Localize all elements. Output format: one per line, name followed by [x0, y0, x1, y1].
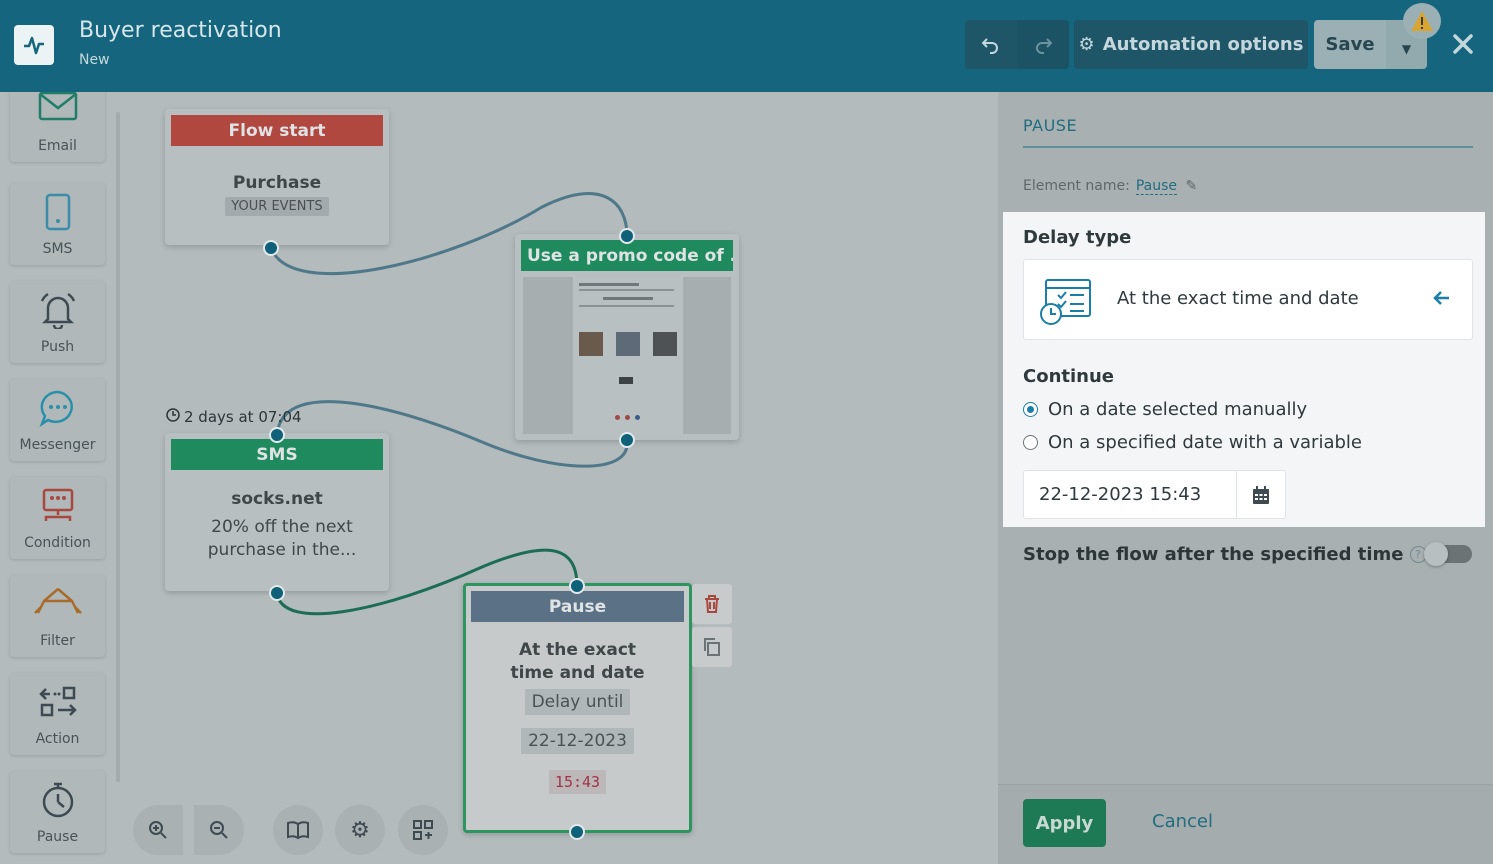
sms-sender: socks.net — [231, 489, 323, 509]
email-input-port[interactable] — [619, 228, 635, 244]
stop-flow-row: Stop the flow after the specified time ? — [1023, 544, 1427, 565]
flow-start-event: Purchase — [232, 173, 322, 193]
delay-settings-section: Delay type At the exact time and date Co… — [1003, 212, 1485, 527]
pulse-logo-icon — [14, 25, 54, 65]
arrow-left-icon[interactable] — [1432, 288, 1452, 312]
palette-sms[interactable]: SMS — [10, 183, 105, 265]
element-name-value[interactable]: Pause — [1135, 178, 1178, 195]
automation-title: Buyer reactivation — [79, 18, 282, 43]
radio-unselected[interactable] — [1023, 435, 1038, 450]
calendar-icon — [1253, 485, 1269, 504]
delay-type-selector[interactable]: At the exact time and date — [1023, 259, 1473, 340]
pause-input-port[interactable] — [569, 578, 585, 594]
docs-button[interactable] — [273, 805, 323, 855]
zoom-out-button[interactable] — [194, 805, 244, 855]
bell-icon — [10, 291, 105, 331]
sms-output-port[interactable] — [269, 585, 285, 601]
continue-heading: Continue — [1023, 366, 1115, 387]
email-icon — [10, 92, 105, 130]
undo-button[interactable] — [965, 20, 1017, 69]
date-time-input[interactable]: 22-12-2023 15:43 — [1023, 470, 1236, 519]
palette-push[interactable]: Push — [10, 281, 105, 363]
chat-icon — [10, 389, 105, 429]
clock-icon — [166, 408, 180, 426]
pause-node-header: Pause — [471, 591, 684, 622]
email-output-port[interactable] — [619, 432, 635, 448]
gear-icon: ⚙ — [350, 817, 370, 843]
copy-icon — [704, 638, 720, 656]
palette-messenger[interactable]: Messenger — [10, 379, 105, 461]
delay-type-value: At the exact time and date — [1117, 288, 1359, 309]
filter-icon — [10, 585, 105, 625]
palette-action[interactable]: Action — [10, 673, 105, 755]
panel-title: PAUSE — [1023, 116, 1078, 135]
stop-flow-toggle[interactable] — [1424, 542, 1472, 566]
radio-selected[interactable] — [1023, 402, 1038, 417]
phone-icon — [10, 193, 105, 233]
pencil-icon[interactable]: ✎ — [1185, 178, 1197, 194]
pause-output-port[interactable] — [569, 824, 585, 840]
flow-start-output-port[interactable] — [263, 240, 279, 256]
delete-node-button[interactable] — [692, 584, 732, 624]
pause-node[interactable]: Pause At the exact time and date Delay u… — [463, 583, 692, 833]
zoom-in-icon — [149, 821, 167, 839]
email-node-header: Use a promo code of ... — [521, 240, 733, 271]
arrange-button[interactable] — [398, 805, 448, 855]
trash-icon — [705, 595, 719, 613]
close-icon — [1453, 34, 1473, 54]
automation-status: New — [79, 52, 110, 68]
apply-button[interactable]: Apply — [1023, 799, 1106, 847]
palette-filter[interactable]: Filter — [10, 575, 105, 657]
gear-icon: ⚙ — [1078, 34, 1095, 55]
email-node[interactable]: Use a promo code of ... — [515, 234, 739, 440]
pause-delay-label: Delay until — [524, 689, 631, 715]
zoom-in-button[interactable] — [133, 805, 183, 855]
flow-start-node[interactable]: Flow start Purchase YOUR EVENTS — [165, 109, 389, 245]
automation-options-button[interactable]: ⚙ Automation options — [1074, 20, 1308, 69]
stopwatch-icon — [10, 781, 105, 821]
element-palette: Email SMS Push Messenger Condition Filte… — [0, 92, 122, 864]
redo-icon — [1036, 37, 1053, 54]
canvas-settings-button[interactable]: ⚙ — [335, 805, 385, 855]
option-manual-date[interactable]: On a date selected manually — [1023, 399, 1307, 420]
email-preview — [523, 277, 731, 434]
palette-condition[interactable]: Condition — [10, 477, 105, 559]
flow-start-header: Flow start — [171, 115, 383, 146]
condition-icon — [10, 487, 105, 527]
save-button[interactable]: Save — [1314, 20, 1386, 69]
sms-input-port[interactable] — [269, 427, 285, 443]
duplicate-node-button[interactable] — [692, 627, 732, 667]
delay-type-heading: Delay type — [1023, 227, 1132, 248]
pause-time: 15:43 — [548, 770, 607, 794]
sms-delay-label: 2 days at 07:04 — [166, 408, 302, 426]
sms-text: 20% off the next purchase in the... — [207, 517, 357, 560]
cancel-button[interactable]: Cancel — [1152, 811, 1213, 832]
close-button[interactable] — [1447, 26, 1479, 62]
redo-button[interactable] — [1017, 20, 1069, 69]
palette-scrollbar[interactable] — [116, 112, 120, 782]
pause-date: 22-12-2023 — [521, 728, 634, 754]
palette-pause[interactable]: Pause — [10, 771, 105, 853]
flow-canvas[interactable]: Flow start Purchase YOUR EVENTS Use a pr… — [122, 92, 998, 864]
sms-node-header: SMS — [171, 439, 383, 470]
caret-down-icon: ▼ — [1401, 41, 1412, 56]
calendar-button[interactable] — [1236, 470, 1286, 519]
event-tag: YOUR EVENTS — [225, 197, 329, 216]
palette-email[interactable]: Email — [10, 92, 105, 162]
undo-icon — [981, 37, 998, 54]
grid-icon — [413, 820, 433, 840]
element-name-row: Element name: Pause ✎ — [1023, 178, 1198, 195]
warning-icon[interactable] — [1403, 3, 1441, 39]
pause-description: At the exact time and date — [510, 640, 645, 683]
panel-footer: Apply Cancel — [998, 784, 1493, 864]
top-bar: Buyer reactivation New ⚙ Automation opti… — [0, 0, 1493, 92]
option-variable-date[interactable]: On a specified date with a variable — [1023, 432, 1362, 453]
zoom-out-icon — [210, 821, 228, 839]
action-icon — [10, 683, 105, 723]
panel-divider — [1023, 146, 1473, 148]
sms-node[interactable]: SMS socks.net 20% off the next purchase … — [165, 433, 389, 591]
calendar-clock-icon — [1038, 277, 1094, 331]
book-icon — [287, 821, 309, 840]
